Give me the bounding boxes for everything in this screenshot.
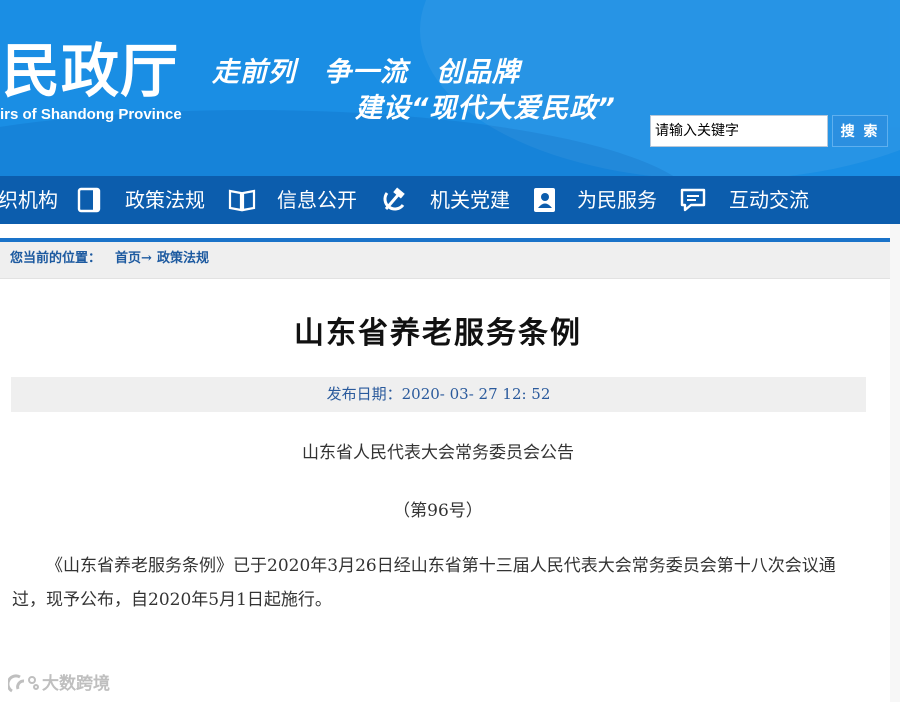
nav-item-label: 信息公开 (277, 188, 357, 212)
page-edge (890, 224, 900, 702)
breadcrumb-prefix: 您当前的位置： (10, 251, 102, 266)
nav-item-organization[interactable]: 织机构 (0, 176, 58, 224)
book-icon (77, 187, 101, 213)
nav-item-label: 机关党建 (430, 188, 510, 212)
breadcrumb-current-link[interactable]: 政策法规 (157, 242, 209, 276)
nav-item-party-building[interactable]: 机关党建 (430, 176, 510, 224)
search-button[interactable]: 搜 索 (832, 115, 888, 147)
announcement-issuer: 山东省人民代表大会常务委员会公告 (302, 443, 574, 463)
nav-item-label: 为民服务 (577, 188, 657, 212)
publish-date-label: 发布日期： (326, 385, 402, 403)
article-body: 《山东省养老服务条例》已于2020年3月26日经山东省第十三届人民代表大会常务委… (12, 556, 836, 610)
chat-icon (680, 188, 706, 212)
nav-item-policy[interactable]: 政策法规 (125, 176, 205, 224)
site-title[interactable]: 民政厅 (2, 38, 179, 104)
breadcrumb: 您当前的位置： 首页 → 政策法规 (0, 242, 890, 279)
hammer-sickle-icon (383, 187, 405, 211)
nav-item-info-disclosure[interactable]: 信息公开 (277, 176, 357, 224)
breadcrumb-home-link[interactable]: 首页 (115, 242, 141, 276)
watermark-logo-icon (8, 674, 39, 693)
nav-item-label: 互动交流 (729, 188, 809, 212)
site-subtitle: irs of Shandong Province (0, 106, 182, 123)
open-book-icon (228, 189, 256, 212)
breadcrumb-arrow: → (141, 251, 152, 266)
main-nav: 织机构 政策法规 信息公开 机关党建 为民服务 互动交流 (0, 176, 900, 224)
publish-date-value: 2020- 03- 27 12: 52 (401, 385, 551, 403)
nav-item-interaction[interactable]: 互动交流 (729, 176, 809, 224)
watermark-text: 大数跨境 (42, 674, 110, 694)
site-header: 民政厅 irs of Shandong Province 走前列 争一流 创品牌… (0, 0, 900, 176)
person-badge-icon (534, 188, 555, 212)
nav-item-public-service[interactable]: 为民服务 (577, 176, 657, 224)
nav-item-label: 政策法规 (125, 188, 205, 212)
slogan-line-2: 建设“现代大爱民政” (355, 93, 616, 124)
slogan-line-1: 走前列 争一流 创品牌 (212, 57, 520, 88)
announcement-number: （第96号） (393, 501, 483, 521)
search-input[interactable] (650, 115, 828, 147)
publish-date-bar: 发布日期：2020- 03- 27 12: 52 (11, 377, 866, 412)
nav-item-label: 织机构 (0, 188, 58, 212)
watermark: 大数跨境 (8, 671, 110, 697)
article-title: 山东省养老服务条例 (294, 316, 582, 351)
